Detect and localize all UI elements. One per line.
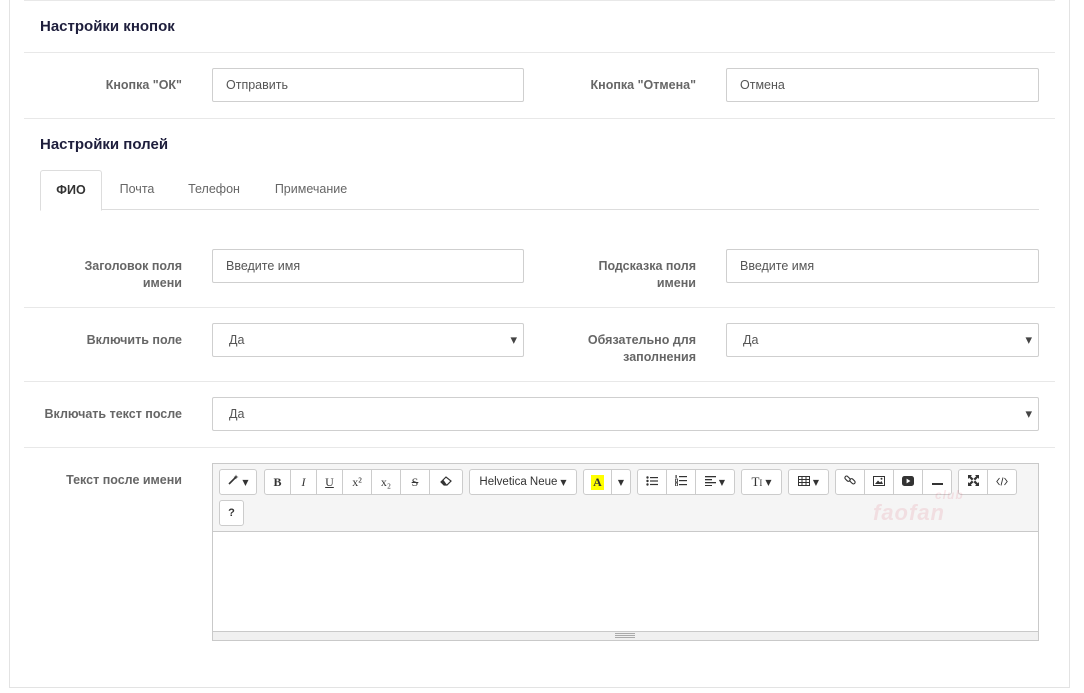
text-after-name-label: Текст после имени [66,473,182,487]
code-view-button[interactable] [987,469,1017,495]
paragraph-align-dropdown[interactable]: ▼ [695,469,735,495]
name-title-input[interactable]: Введите имя [212,249,524,283]
text-height-icon: TI [751,474,763,489]
color-dropdown-button[interactable]: ▼ [611,469,631,495]
link-icon [844,474,856,490]
unordered-list-button[interactable] [637,469,667,495]
divider [24,447,1055,448]
required-select[interactable]: Да [726,323,1039,357]
image-icon [873,475,885,490]
tab-email[interactable]: Почта [112,170,162,208]
line-height-dropdown[interactable]: TI ▼ [741,469,782,495]
watermark-text: faofan [873,500,945,525]
eraser-icon [440,475,452,490]
strikethrough-button[interactable]: S [400,469,430,495]
divider [24,52,1055,53]
cancel-button-text-input[interactable]: Отмена [726,68,1039,102]
unordered-list-icon [646,475,658,490]
table-icon [797,475,810,490]
clear-format-button[interactable] [429,469,463,495]
buttons-settings-title: Настройки кнопок [40,18,175,35]
font-family-dropdown[interactable]: Helvetica Neue ▼ [469,469,577,495]
ok-button-label: Кнопка "ОК" [105,78,182,92]
required-value: Да [743,333,759,347]
help-button[interactable]: ? [219,500,244,526]
caret-down-icon: ▼ [560,477,567,487]
name-title-label: Заголовок поля имени [84,259,182,290]
name-hint-input[interactable]: Введите имя [726,249,1039,283]
fields-tabs: ФИО Почта Телефон Примечание [40,170,1039,211]
ordered-list-button[interactable] [666,469,696,495]
font-family-value: Helvetica Neue [479,476,558,488]
italic-button[interactable]: I [290,469,317,495]
code-icon [996,475,1008,490]
expand-icon [967,474,979,490]
enable-field-select[interactable]: Да [212,323,524,357]
caret-down-icon: ▼ [812,477,820,487]
tab-fio[interactable]: ФИО [40,170,102,211]
subscript-button[interactable]: x₂ [371,469,401,495]
cancel-button-label: Кнопка "Отмена" [590,78,696,92]
font-color-button[interactable]: A [583,469,612,495]
superscript-button[interactable]: x² [342,469,372,495]
insert-video-button[interactable] [893,469,923,495]
watermark-sub: club [935,488,964,502]
video-icon [902,475,914,490]
required-label: Обязательно для заполнения [587,333,696,364]
tab-phone[interactable]: Телефон [182,170,246,208]
ok-button-text-input[interactable]: Отправить [212,68,524,102]
insert-link-button[interactable] [835,469,865,495]
table-dropdown[interactable]: ▼ [788,469,829,495]
style-dropdown-button[interactable]: ▼ [219,469,257,495]
include-text-after-value: Да [229,407,245,421]
ordered-list-icon [675,474,687,490]
include-text-after-select[interactable]: Да [212,397,1039,431]
align-left-icon [704,475,716,490]
grip-icon [615,633,635,638]
caret-down-icon: ▼ [718,477,726,487]
editor-content-area[interactable] [213,532,1038,632]
rich-text-editor: ▼ B I U x² x₂ S Helvetica Neue ▼ A ▼ ▼ T… [212,463,1039,641]
divider [24,118,1055,119]
include-text-after-label: Включать текст после [44,407,182,421]
name-hint-label: Подсказка поля имени [598,259,696,290]
caret-down-icon: ▼ [242,477,249,487]
editor-resize-handle[interactable] [213,631,1038,640]
divider [24,381,1055,382]
magic-wand-icon [227,474,239,490]
tab-note[interactable]: Примечание [268,170,354,208]
caret-down-icon: ▼ [617,477,625,487]
caret-down-icon: ▼ [765,477,772,487]
fields-settings-title: Настройки полей [40,136,169,153]
insert-image-button[interactable] [864,469,894,495]
enable-field-value: Да [229,333,245,347]
top-divider [24,0,1055,1]
watermark-logo: faofan club [873,488,963,526]
bold-button[interactable]: B [264,469,291,495]
font-color-icon: A [591,474,604,490]
underline-button[interactable]: U [316,469,343,495]
divider [24,307,1055,308]
enable-field-label: Включить поле [86,333,182,347]
